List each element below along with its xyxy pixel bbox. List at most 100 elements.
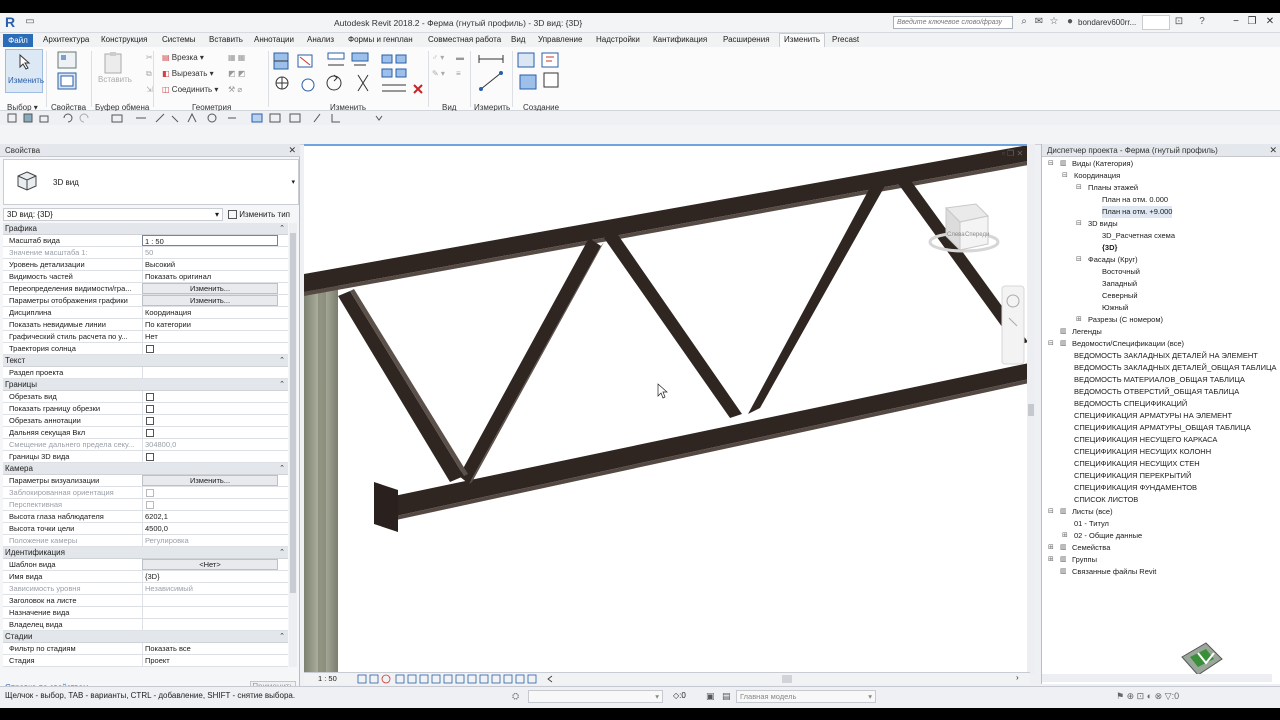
- workset-dropdown[interactable]: ▾: [528, 690, 663, 703]
- tab-1[interactable]: Архитектура: [43, 35, 89, 44]
- property-value[interactable]: 6202,1: [142, 511, 278, 522]
- scroll-thumb[interactable]: [290, 233, 296, 593]
- subscription-icon[interactable]: ✉: [1033, 16, 1045, 28]
- tab-5[interactable]: Аннотации: [254, 35, 294, 44]
- tab-9[interactable]: Вид: [511, 35, 525, 44]
- expand-icon[interactable]: ⊞: [1048, 554, 1054, 566]
- view-scale[interactable]: 1 : 50: [318, 674, 337, 683]
- tree-item[interactable]: СПЕЦИФИКАЦИЯ ФУНДАМЕНТОВ: [1042, 482, 1280, 494]
- design-options-icon-2[interactable]: ▤: [722, 691, 731, 702]
- tree-item[interactable]: 01 - Титул: [1042, 518, 1280, 530]
- property-section[interactable]: Текст ⌃: [3, 355, 288, 367]
- tree-item[interactable]: ВЕДОМОСТЬ МАТЕРИАЛОВ_ОБЩАЯ ТАБЛИЦА: [1042, 374, 1280, 386]
- paint-icon[interactable]: ◩ ◩: [228, 69, 245, 78]
- tree-item[interactable]: ⊟ Координация: [1042, 170, 1280, 182]
- property-value[interactable]: Высокий: [142, 259, 278, 270]
- tree-item[interactable]: ▥ Легенды: [1042, 326, 1280, 338]
- collapse-icon[interactable]: ⊟: [1076, 254, 1082, 266]
- tree-item[interactable]: Восточный: [1042, 266, 1280, 278]
- line-weights-icon[interactable]: ≡: [456, 69, 461, 78]
- tab-13[interactable]: Расширения: [723, 35, 770, 44]
- property-checkbox[interactable]: [146, 429, 154, 437]
- instance-filter[interactable]: 3D вид: {3D} ▾: [3, 208, 223, 221]
- paste-button[interactable]: Вставить: [96, 49, 134, 93]
- property-section[interactable]: Графика ⌃: [3, 223, 288, 235]
- expand-icon[interactable]: ⊞: [1062, 530, 1068, 542]
- tab-6[interactable]: Анализ: [307, 35, 334, 44]
- tree-item[interactable]: План на отм. +9.000: [1042, 206, 1280, 218]
- maximize-button[interactable]: ❐: [1244, 15, 1260, 29]
- tree-item[interactable]: СПЕЦИФИКАЦИЯ НЕСУЩИХ КОЛОНН: [1042, 446, 1280, 458]
- property-checkbox[interactable]: [146, 393, 154, 401]
- minimize-button[interactable]: −: [1228, 15, 1244, 29]
- property-checkbox[interactable]: [146, 405, 154, 413]
- property-edit-button[interactable]: <Нет>: [142, 559, 278, 570]
- collapse-icon[interactable]: ⊟: [1048, 506, 1054, 518]
- view-hide-icon[interactable]: ♂ ▾: [432, 53, 444, 62]
- tree-item[interactable]: ⊟ 3D виды: [1042, 218, 1280, 230]
- tab-11[interactable]: Надстройки: [596, 35, 640, 44]
- collapse-icon[interactable]: ⊟: [1062, 170, 1068, 182]
- edit-type-button[interactable]: Изменить тип: [228, 208, 296, 221]
- main-model-dropdown[interactable]: Главная модель ▾: [736, 690, 876, 703]
- collapse-icon[interactable]: ⌃: [279, 547, 285, 559]
- close-icon[interactable]: ✕: [288, 144, 296, 157]
- property-checkbox[interactable]: [146, 453, 154, 461]
- close-icon[interactable]: ✕: [1269, 144, 1277, 157]
- cut-geometry-button[interactable]: ◧ Вырезать ▾: [162, 69, 214, 78]
- property-value[interactable]: 4500,0: [142, 523, 278, 534]
- tree-item[interactable]: {3D}: [1042, 242, 1280, 254]
- property-checkbox[interactable]: [146, 417, 154, 425]
- linework-icon[interactable]: ▬: [456, 53, 464, 62]
- end-plate[interactable]: [374, 482, 398, 532]
- tab-14[interactable]: Изменить: [784, 35, 820, 44]
- cart-icon[interactable]: ⊡: [1173, 16, 1185, 28]
- property-value[interactable]: Показать все: [142, 643, 278, 654]
- cope-button[interactable]: ▤ Врезка ▾: [162, 53, 204, 62]
- tab-file[interactable]: Файл: [3, 34, 33, 47]
- search-input[interactable]: Введите ключевое слово/фразу: [893, 16, 1013, 29]
- property-section[interactable]: Границы ⌃: [3, 379, 288, 391]
- property-value[interactable]: Показать оригинал: [142, 271, 278, 282]
- expand-icon[interactable]: ⊞: [1048, 542, 1054, 554]
- tree-item[interactable]: 3D_Расчетная схема: [1042, 230, 1280, 242]
- tree-item[interactable]: ⊞ ▥ Семейства: [1042, 542, 1280, 554]
- truss-model[interactable]: Слева Спереди ▫ ❐ ✕: [304, 146, 1034, 674]
- open-icon[interactable]: ▭: [24, 16, 36, 28]
- account-field[interactable]: [1142, 15, 1170, 30]
- tree-item[interactable]: Северный: [1042, 290, 1280, 302]
- tab-3[interactable]: Системы: [162, 35, 196, 44]
- join-button[interactable]: ◫ Соединить ▾: [162, 85, 218, 94]
- copy-icon[interactable]: ⧉: [146, 69, 152, 79]
- tree-item[interactable]: ВЕДОМОСТЬ ЗАКЛАДНЫХ ДЕТАЛЕЙ НА ЭЛЕМЕНТ: [1042, 350, 1280, 362]
- user-icon[interactable]: ●: [1064, 16, 1076, 28]
- property-value[interactable]: Координация: [142, 307, 278, 318]
- 3d-viewport[interactable]: Слева Спереди ▫ ❐ ✕: [304, 144, 1034, 674]
- tree-item[interactable]: ВЕДОМОСТЬ ОТВЕРСТИЙ_ОБЩАЯ ТАБЛИЦА: [1042, 386, 1280, 398]
- tab-4[interactable]: Вставить: [209, 35, 243, 44]
- tree-item[interactable]: ⊞ Разрезы (С номером): [1042, 314, 1280, 326]
- viewport-scrollbar[interactable]: [1027, 144, 1035, 674]
- tree-item[interactable]: Южный: [1042, 302, 1280, 314]
- tree-item[interactable]: ⊟ ▥ Ведомости/Спецификации (все): [1042, 338, 1280, 350]
- demolish-icon[interactable]: ⚒ ⌀: [228, 85, 242, 94]
- tree-item[interactable]: ⊟ ▥ Листы (все): [1042, 506, 1280, 518]
- properties-button[interactable]: [55, 49, 93, 93]
- expand-icon[interactable]: ⊞: [1076, 314, 1082, 326]
- modify-button[interactable]: Изменить: [5, 49, 44, 93]
- worksets-icon[interactable]: ⛭: [512, 691, 519, 702]
- collapse-icon[interactable]: ⊟: [1076, 182, 1082, 194]
- collapse-icon[interactable]: ⌃: [279, 355, 285, 367]
- browser-scrollbar[interactable]: [1042, 674, 1272, 682]
- design-options-icon[interactable]: ▣: [706, 691, 715, 702]
- revit-logo[interactable]: R: [5, 14, 17, 30]
- help-icon[interactable]: ?: [1196, 16, 1208, 28]
- tab-15[interactable]: Precast: [832, 35, 859, 44]
- property-value[interactable]: [142, 367, 278, 378]
- collapse-icon[interactable]: ⌃: [279, 223, 285, 235]
- property-checkbox[interactable]: [146, 345, 154, 353]
- collapse-icon[interactable]: ⊟: [1076, 218, 1082, 230]
- star-icon[interactable]: ☆: [1048, 16, 1060, 28]
- collapse-icon[interactable]: ⌃: [279, 379, 285, 391]
- close-button[interactable]: ✕: [1262, 15, 1278, 29]
